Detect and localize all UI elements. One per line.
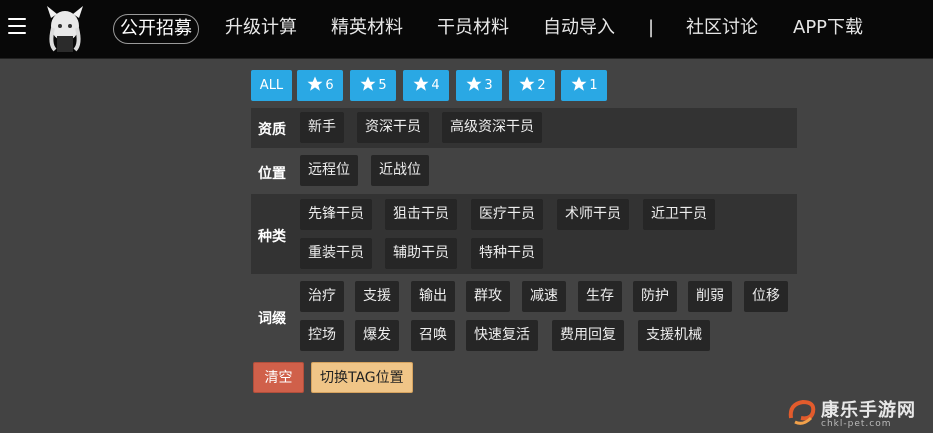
nav-auto-import[interactable]: 自动导入 [543, 14, 615, 44]
star-icon [307, 76, 323, 91]
watermark-subtitle: chkl-pet.com [821, 419, 892, 429]
tag-shift[interactable]: 位移 [744, 281, 788, 312]
star-icon [413, 76, 429, 91]
tag-top-operator[interactable]: 高级资深干员 [442, 112, 542, 143]
nav-level-calc[interactable]: 升级计算 [225, 14, 297, 44]
tag-fast-redeploy[interactable]: 快速复活 [466, 320, 538, 351]
tag-supporter[interactable]: 辅助干员 [385, 238, 457, 269]
tag-dp-recovery[interactable]: 费用回复 [552, 320, 624, 351]
star-level-label: 2 [537, 78, 546, 93]
tag-newbie[interactable]: 新手 [300, 112, 344, 143]
tag-crowd-control[interactable]: 控场 [300, 320, 344, 351]
star-level-label: 6 [325, 78, 334, 93]
tag-ranged[interactable]: 远程位 [300, 155, 358, 186]
tag-nuker[interactable]: 爆发 [355, 320, 399, 351]
tag-healing[interactable]: 治疗 [300, 281, 344, 312]
clear-button[interactable]: 清空 [253, 362, 304, 393]
tag-melee[interactable]: 近战位 [371, 155, 429, 186]
star-level-label: 1 [589, 78, 598, 93]
top-navbar: 公开招募 升级计算 精英材料 干员材料 自动导入 | 社区讨论 APP下载 [0, 0, 933, 59]
tag-specialist[interactable]: 特种干员 [471, 238, 543, 269]
menu-icon[interactable] [8, 18, 26, 34]
switch-tag-position-button[interactable]: 切换TAG位置 [311, 362, 413, 393]
nav-elite-materials[interactable]: 精英材料 [331, 14, 403, 44]
tag-slow[interactable]: 减速 [522, 281, 566, 312]
star-2-button[interactable]: 2 [509, 70, 555, 101]
affix-label: 词缀 [258, 311, 286, 327]
tag-vanguard[interactable]: 先锋干员 [300, 199, 372, 230]
watermark-swirl-icon [788, 399, 816, 425]
nav-separator: | [648, 17, 655, 38]
avatar-logo[interactable] [43, 4, 87, 52]
tag-guard[interactable]: 近卫干员 [643, 199, 715, 230]
nav-operator-materials[interactable]: 干员材料 [437, 14, 509, 44]
star-all-button[interactable]: ALL [251, 70, 292, 101]
watermark-logo: 康乐手游网 chkl-pet.com [783, 392, 933, 433]
tag-robot[interactable]: 支援机械 [638, 320, 710, 351]
star-icon [360, 76, 376, 91]
qualification-label: 资质 [258, 122, 286, 138]
tag-medic[interactable]: 医疗干员 [471, 199, 543, 230]
tag-defender[interactable]: 重装干员 [300, 238, 372, 269]
star-level-label: 3 [484, 78, 493, 93]
star-4-button[interactable]: 4 [403, 70, 449, 101]
tag-survival[interactable]: 生存 [578, 281, 622, 312]
tag-aoe[interactable]: 群攻 [466, 281, 510, 312]
class-label: 种类 [258, 229, 286, 245]
star-3-button[interactable]: 3 [456, 70, 502, 101]
nav-app-download[interactable]: APP下载 [793, 14, 863, 44]
star-6-button[interactable]: 6 [297, 70, 343, 101]
tag-summon[interactable]: 召唤 [411, 320, 455, 351]
star-icon [519, 76, 535, 91]
tag-dps[interactable]: 输出 [411, 281, 455, 312]
nav-community[interactable]: 社区讨论 [686, 14, 758, 44]
nav-public-recruit[interactable]: 公开招募 [113, 14, 199, 44]
star-icon [466, 76, 482, 91]
tag-caster[interactable]: 术师干员 [557, 199, 629, 230]
position-label: 位置 [258, 166, 286, 182]
star-level-label: 5 [378, 78, 387, 93]
tag-debuff[interactable]: 削弱 [688, 281, 732, 312]
tag-support[interactable]: 支援 [355, 281, 399, 312]
star-1-button[interactable]: 1 [561, 70, 607, 101]
tag-sniper[interactable]: 狙击干员 [385, 199, 457, 230]
star-icon [571, 76, 587, 91]
star-level-label: 4 [431, 78, 440, 93]
tag-defense[interactable]: 防护 [633, 281, 677, 312]
star-5-button[interactable]: 5 [350, 70, 396, 101]
tag-senior-operator[interactable]: 资深干员 [357, 112, 429, 143]
